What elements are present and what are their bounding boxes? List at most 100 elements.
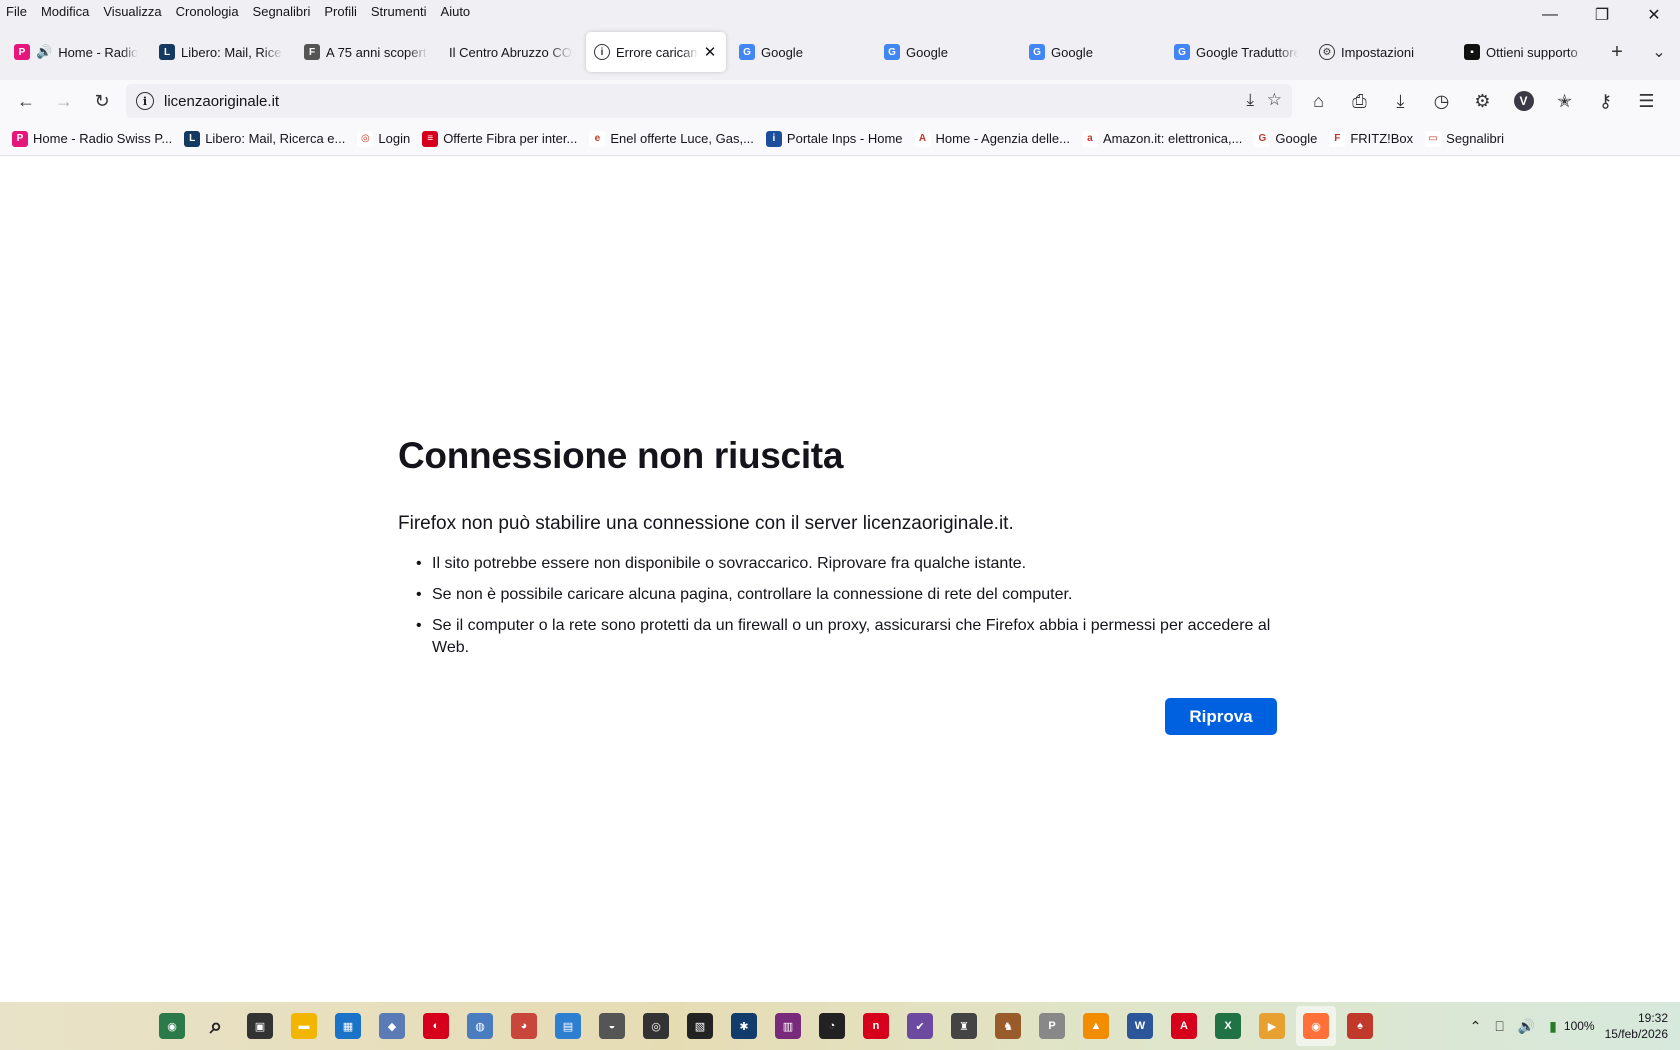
- forward-button[interactable]: →: [46, 85, 82, 117]
- taskbar-search-icon[interactable]: ⌕: [196, 1006, 236, 1046]
- retry-button[interactable]: Riprova: [1165, 698, 1277, 735]
- bookmark-favicon-icon: ≡: [422, 130, 439, 147]
- menu-item[interactable]: Visualizza: [96, 0, 168, 24]
- taskbar-start-icon[interactable]: ◉: [152, 1006, 192, 1046]
- taskbar-app-5-icon[interactable]: ▤: [548, 1006, 588, 1046]
- url-bar[interactable]: i ⤓ ☆: [126, 84, 1292, 118]
- taskbar-app-8-icon[interactable]: ▧: [680, 1006, 720, 1046]
- list-all-tabs-button[interactable]: ⌄: [1638, 42, 1680, 62]
- taskbar-firefox-icon[interactable]: ◉: [1296, 1006, 1336, 1046]
- downloads-icon[interactable]: ⤓: [1380, 85, 1421, 117]
- show-hidden-icons-chevron-icon[interactable]: ⌃: [1470, 1018, 1482, 1035]
- browser-tab[interactable]: ▪ Ottieni supporto: [1456, 32, 1596, 72]
- taskbar-acrobat-icon[interactable]: A: [1164, 1006, 1204, 1046]
- error-description: Firefox non può stabilire una connession…: [398, 513, 1014, 534]
- bookmark-item[interactable]: a Amazon.it: elettronica,...: [1081, 130, 1242, 147]
- taskbar-app-6-icon[interactable]: ◒: [592, 1006, 632, 1046]
- taskbar-app-14-icon[interactable]: ▶: [1252, 1006, 1292, 1046]
- error-suggestions: Il sito potrebbe essere non disponibile …: [416, 553, 1278, 659]
- taskbar-winrar-icon[interactable]: ▥: [768, 1006, 808, 1046]
- profile-avatar[interactable]: V: [1503, 85, 1544, 117]
- tab-label: Libero: Mail, Ricerca e: [181, 44, 283, 60]
- bookmark-item[interactable]: A Home - Agenzia delle...: [914, 130, 1070, 147]
- app-8-glyph-icon: ▧: [687, 1013, 713, 1039]
- bookmark-item[interactable]: e Enel offerte Luce, Gas,...: [589, 130, 754, 147]
- menu-item[interactable]: Modifica: [34, 0, 96, 24]
- site-info-icon[interactable]: i: [136, 92, 154, 110]
- tab-favicon-icon: G: [1174, 44, 1190, 60]
- back-button[interactable]: ←: [8, 85, 44, 117]
- bookmark-item[interactable]: P Home - Radio Swiss P...: [12, 130, 172, 147]
- windows-taskbar: ◉ ⌕ ▣ ▬ ▦ ◆ ◐ ◍ ◕ ▤ ◒ ◎ ▧ ✱ ▥ ◔ n ✔ ♜ ♞ P ▲ W A X ▶ ◉ ♠ ⌃ ⎕ 🔊 ▮ 100…: [0, 1002, 1680, 1050]
- menu-item[interactable]: Cronologia: [169, 0, 246, 24]
- tab-strip: P 🔊 Home - Radio Swiss Pop L Libero: Mail, R…: [0, 24, 1680, 80]
- bookmarks-star-icon[interactable]: ✭: [1544, 85, 1585, 117]
- new-tab-button[interactable]: +: [1596, 41, 1638, 64]
- bookmark-item[interactable]: G Google: [1254, 130, 1317, 147]
- taskbar-vlc-icon[interactable]: ▲: [1076, 1006, 1116, 1046]
- taskbar-app-11-icon[interactable]: ✔: [900, 1006, 940, 1046]
- taskbar-app-10-icon[interactable]: ◔: [812, 1006, 852, 1046]
- settings-gear-icon[interactable]: ⚙: [1462, 85, 1503, 117]
- bookmark-item[interactable]: i Portale Inps - Home: [765, 130, 903, 147]
- browser-tab[interactable]: G Google: [731, 32, 871, 72]
- tab-favicon-icon: ▪: [1464, 44, 1480, 60]
- tab-favicon-icon: G: [884, 44, 900, 60]
- taskbar-solitaire-icon[interactable]: ♠: [1340, 1006, 1380, 1046]
- menu-item[interactable]: Profili: [317, 0, 364, 24]
- taskbar-word-icon[interactable]: W: [1120, 1006, 1160, 1046]
- bookmark-item[interactable]: L Libero: Mail, Ricerca e...: [184, 130, 345, 147]
- app-menu-icon[interactable]: ☰: [1626, 85, 1667, 117]
- browser-tab[interactable]: i Errore caricamento pagina✕: [586, 32, 726, 72]
- passwords-key-icon[interactable]: ⚷: [1585, 85, 1626, 117]
- browser-tab[interactable]: P 🔊 Home - Radio Swiss Pop: [6, 32, 146, 72]
- taskbar-app-7-icon[interactable]: ◎: [636, 1006, 676, 1046]
- network-icon[interactable]: ⎕: [1495, 1018, 1503, 1035]
- bookmark-label: Enel offerte Luce, Gas,...: [610, 131, 754, 146]
- menu-item[interactable]: File: [0, 0, 34, 24]
- taskbar-app-4-icon[interactable]: ◕: [504, 1006, 544, 1046]
- store-glyph-icon: ▦: [335, 1013, 361, 1039]
- browser-tab[interactable]: ⚙ Impostazioni: [1311, 32, 1451, 72]
- taskbar-nero-icon[interactable]: n: [856, 1006, 896, 1046]
- tab-audio-icon[interactable]: 🔊: [36, 44, 52, 60]
- taskbar-app-1-icon[interactable]: ◆: [372, 1006, 412, 1046]
- taskbar-app-3-icon[interactable]: ◍: [460, 1006, 500, 1046]
- reload-button[interactable]: ↻: [84, 85, 120, 117]
- browser-tab[interactable]: G Google: [1021, 32, 1161, 72]
- history-icon[interactable]: ◷: [1421, 85, 1462, 117]
- browser-tab[interactable]: G Google Traduttore: [1166, 32, 1306, 72]
- taskbar-app-13-icon[interactable]: ♞: [988, 1006, 1028, 1046]
- bookmark-item[interactable]: ◎ Login: [357, 130, 410, 147]
- taskbar-excel-icon[interactable]: X: [1208, 1006, 1248, 1046]
- url-input[interactable]: [164, 92, 1164, 110]
- bookmark-star-icon[interactable]: ☆: [1267, 90, 1282, 110]
- menu-item[interactable]: Aiuto: [434, 0, 478, 24]
- task-view-glyph-icon: ▣: [247, 1013, 273, 1039]
- battery-icon[interactable]: ▮: [1549, 1018, 1557, 1035]
- browser-tab[interactable]: F A 75 anni scoperta: [296, 32, 436, 72]
- taskbar-app-9-icon[interactable]: ✱: [724, 1006, 764, 1046]
- browser-tab[interactable]: Il Centro Abruzzo CO: [441, 32, 581, 72]
- tab-close-icon[interactable]: ✕: [702, 43, 718, 61]
- tab-label: Google: [761, 44, 803, 60]
- clock[interactable]: 19:32 15/feb/2026: [1605, 1010, 1668, 1042]
- menu-item[interactable]: Segnalibri: [246, 0, 318, 24]
- taskbar-app-12-icon[interactable]: ♜: [944, 1006, 984, 1046]
- install-download-icon[interactable]: ⤓: [1246, 90, 1254, 110]
- bookmark-favicon-icon: F: [1329, 130, 1346, 147]
- taskbar-app-2-icon[interactable]: ◐: [416, 1006, 456, 1046]
- menu-item[interactable]: Strumenti: [364, 0, 434, 24]
- bookmark-item[interactable]: ▭ Segnalibri: [1425, 130, 1504, 147]
- volume-icon[interactable]: 🔊: [1518, 1018, 1535, 1035]
- home-icon[interactable]: ⌂: [1298, 85, 1339, 117]
- taskbar-task-view-icon[interactable]: ▣: [240, 1006, 280, 1046]
- browser-tab[interactable]: G Google: [876, 32, 1016, 72]
- print-icon[interactable]: ⎙: [1339, 85, 1380, 117]
- bookmark-item[interactable]: ≡ Offerte Fibra per inter...: [422, 130, 577, 147]
- browser-tab[interactable]: L Libero: Mail, Ricerca e: [151, 32, 291, 72]
- taskbar-pdf24-icon[interactable]: P: [1032, 1006, 1072, 1046]
- taskbar-file-explorer-icon[interactable]: ▬: [284, 1006, 324, 1046]
- taskbar-store-icon[interactable]: ▦: [328, 1006, 368, 1046]
- bookmark-item[interactable]: F FRITZ!Box: [1329, 130, 1413, 147]
